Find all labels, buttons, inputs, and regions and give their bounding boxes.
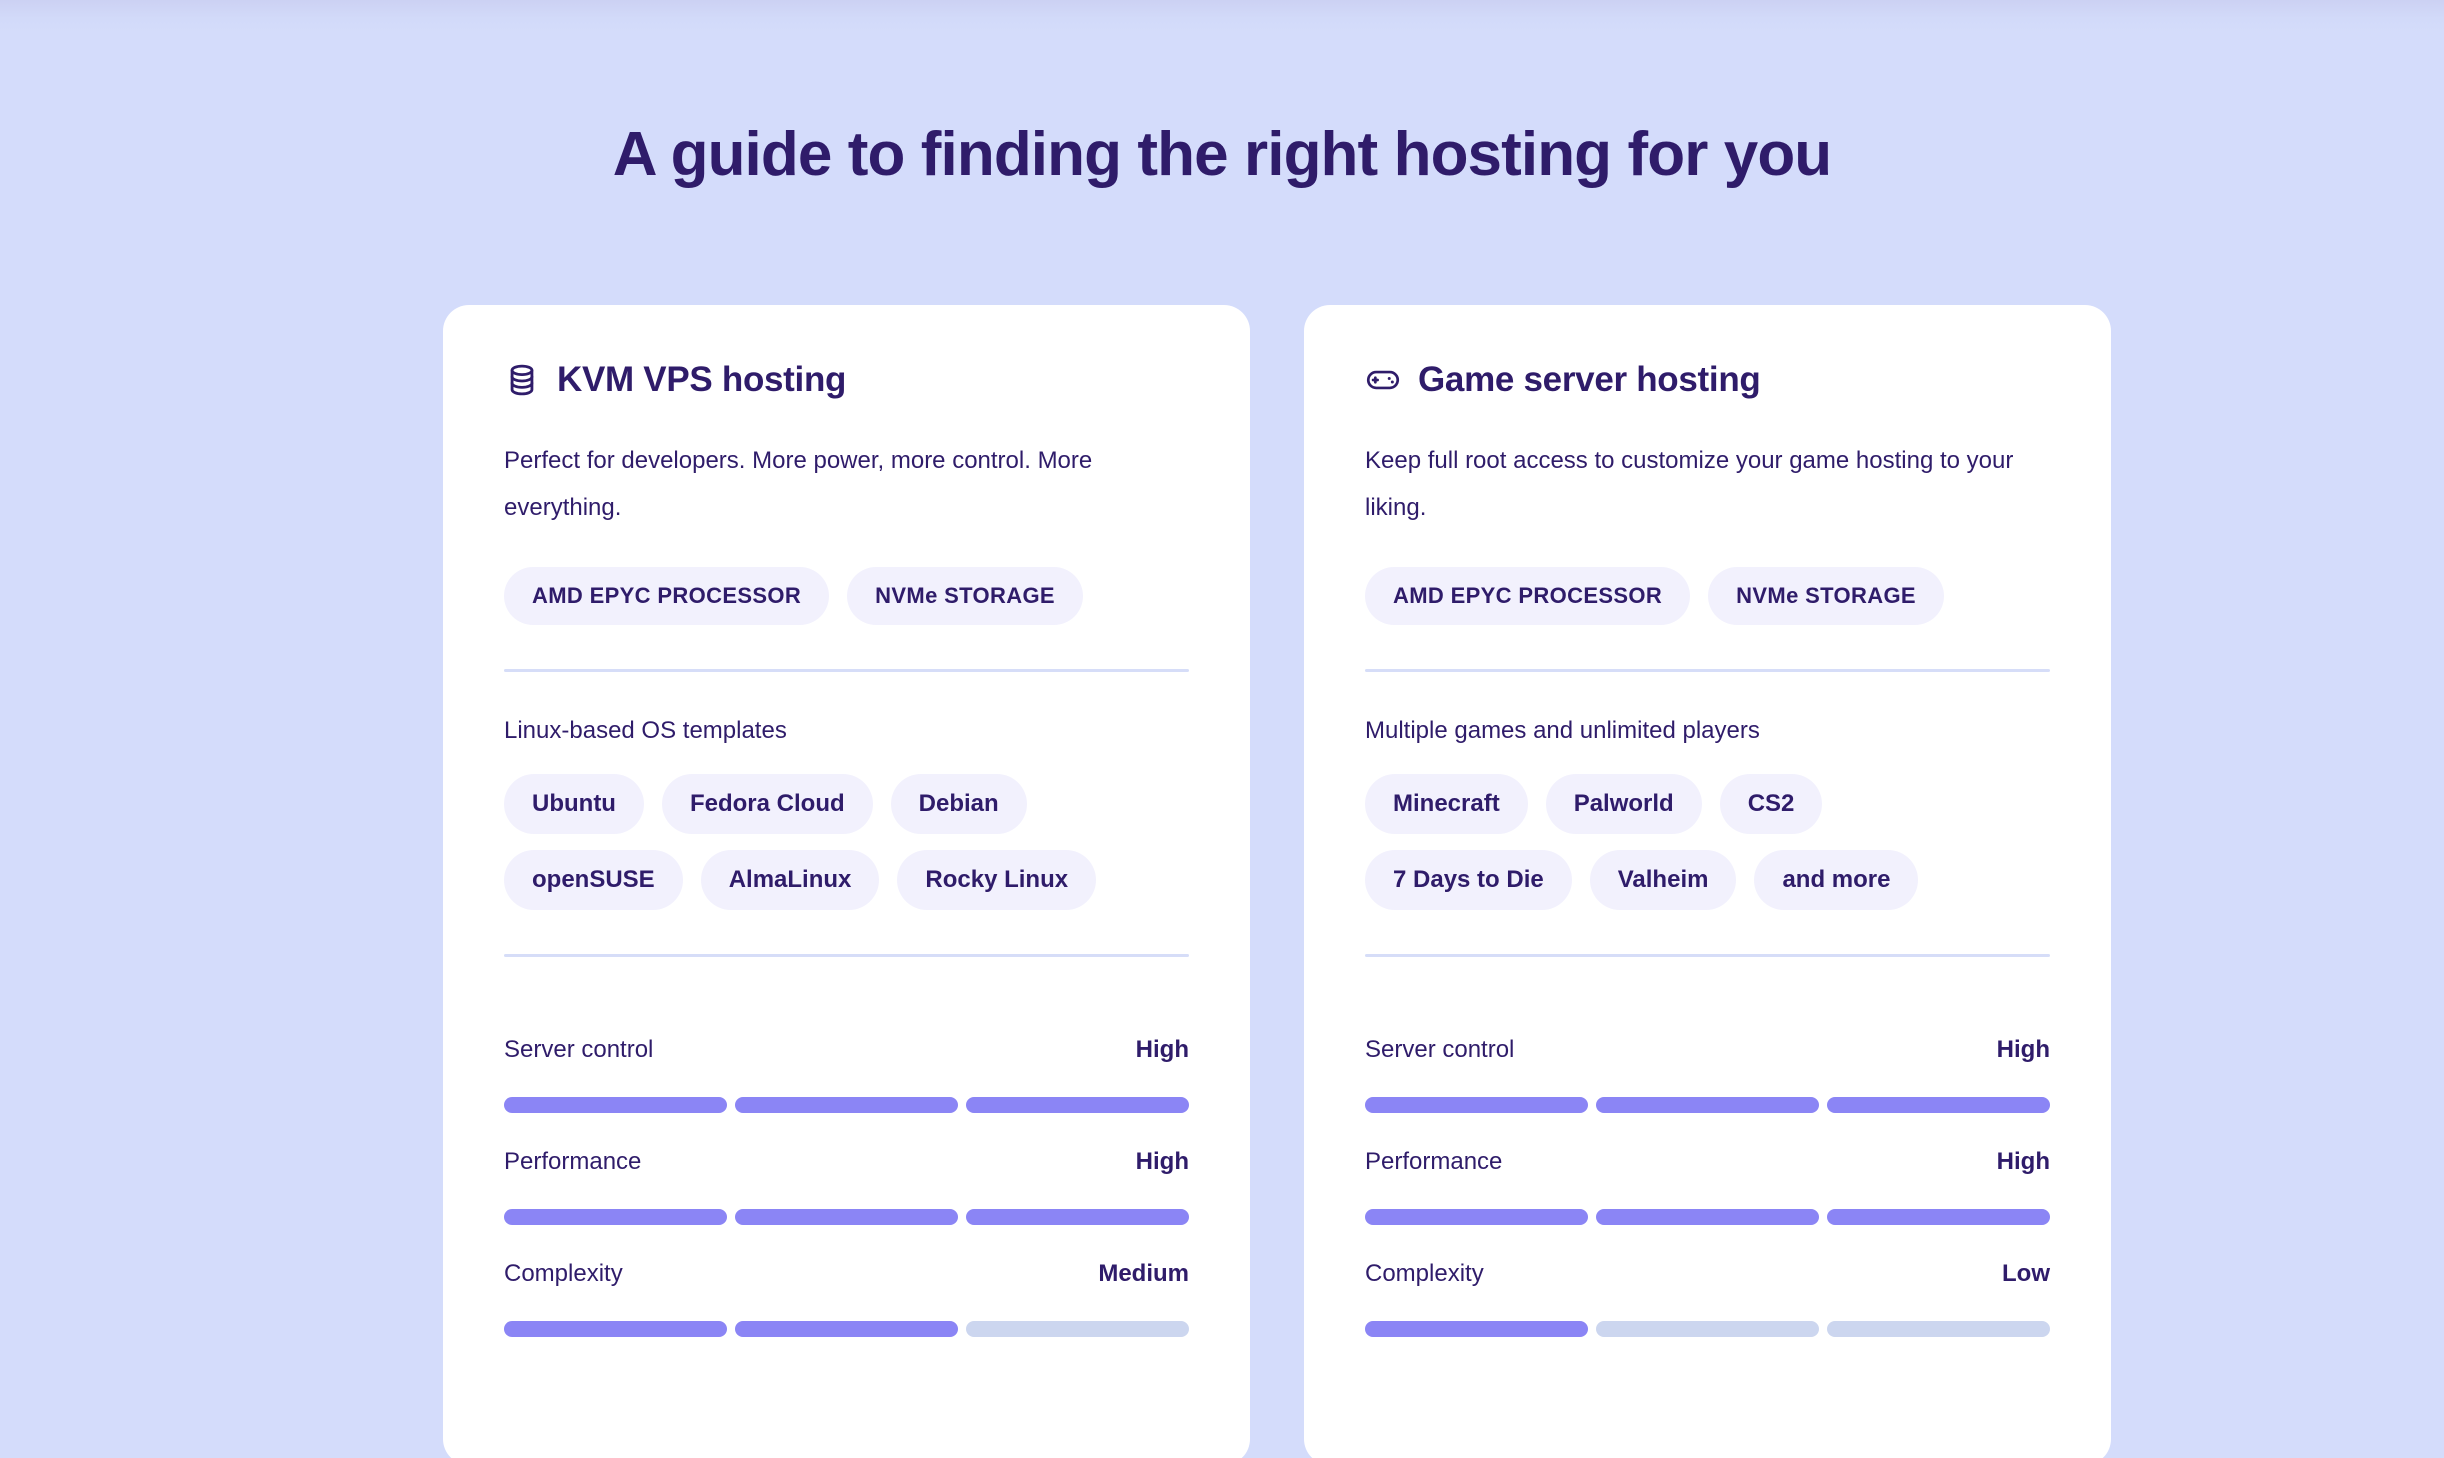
tag-pill: Fedora Cloud <box>661 774 873 834</box>
metric-header: Performance High <box>504 1147 1189 1177</box>
metric-row: Server control High <box>504 1001 1189 1113</box>
tag-pill: Ubuntu <box>504 774 644 834</box>
tag-pill-row: Ubuntu Fedora Cloud Debian <box>504 774 1189 834</box>
metric-bar-segment-filled <box>735 1321 958 1337</box>
metric-bar-segment-filled <box>966 1097 1189 1113</box>
tag-pill: Valheim <box>1589 850 1737 910</box>
metric-bar-segment-filled <box>1596 1209 1819 1225</box>
metric-bar-segment-filled <box>735 1097 958 1113</box>
tag-pill-rows: Minecraft Palworld CS2 7 Days to Die Valheim… <box>1365 774 2050 910</box>
tag-pill: Debian <box>890 774 1027 834</box>
metric-bar-segment-filled <box>504 1097 727 1113</box>
metric-header: Complexity Low <box>1365 1259 2050 1289</box>
database-icon <box>504 362 540 398</box>
tag-pill: AlmaLinux <box>700 850 880 910</box>
spec-pill-row: AMD EPYC PROCESSOR NVMe STORAGE <box>1365 567 2050 625</box>
tag-pill-row: openSUSE AlmaLinux Rocky Linux <box>504 850 1189 910</box>
metric-header: Complexity Medium <box>504 1259 1189 1289</box>
section-divider <box>1365 954 2050 957</box>
card-description: Perfect for developers. More power, more… <box>504 447 1093 521</box>
tag-pill: Rocky Linux <box>897 850 1097 910</box>
metric-bar-segment-filled <box>504 1321 727 1337</box>
card-title: KVM VPS hosting <box>557 360 847 399</box>
metric-label: Server control <box>504 1036 654 1063</box>
metric-bar-track <box>504 1097 1189 1113</box>
top-gradient-strip <box>0 0 2444 34</box>
metric-bar-segment-filled <box>1365 1321 1588 1337</box>
metric-header: Performance High <box>1365 1147 2050 1177</box>
metric-bar-segment-filled <box>966 1209 1189 1225</box>
metric-value: High <box>1135 1036 1189 1063</box>
metric-bar-segment-empty <box>1827 1321 2050 1337</box>
section-divider <box>504 954 1189 957</box>
metric-value: High <box>1996 1036 2050 1063</box>
metric-label: Performance <box>504 1148 642 1175</box>
card-title: Game server hosting <box>1418 360 1761 399</box>
metric-bar-track <box>1365 1209 2050 1225</box>
tag-pill: Minecraft <box>1365 774 1528 834</box>
metric-value: High <box>1996 1148 2050 1175</box>
metric-row: Server control High <box>1365 1001 2050 1113</box>
metric-bar-segment-empty <box>1596 1321 1819 1337</box>
metric-bar-track <box>504 1321 1189 1337</box>
section-divider <box>1365 669 2050 672</box>
metrics-list: Server control High Performance High Complex… <box>504 1001 1189 1337</box>
spec-pill: AMD EPYC PROCESSOR <box>504 567 830 625</box>
metric-bar-segment-filled <box>1365 1097 1588 1113</box>
metric-bar-track <box>1365 1321 2050 1337</box>
tag-pill: CS2 <box>1719 774 1823 834</box>
metric-bar-segment-filled <box>735 1209 958 1225</box>
hosting-card: KVM VPS hosting Perfect for developers. M… <box>443 305 1250 1458</box>
metric-row: Complexity Low <box>1365 1225 2050 1337</box>
tag-pill: 7 Days to Die <box>1365 850 1572 910</box>
tag-pill: Palworld <box>1545 774 1702 834</box>
hosting-cards-container: KVM VPS hosting Perfect for developers. M… <box>443 305 2111 1458</box>
metric-bar-segment-filled <box>1596 1097 1819 1113</box>
metric-row: Performance High <box>504 1113 1189 1225</box>
spec-pill: NVMe STORAGE <box>1708 567 1944 625</box>
section-label: Linux-based OS templates <box>504 717 787 744</box>
spec-pill: NVMe STORAGE <box>847 567 1083 625</box>
metric-value: High <box>1135 1148 1189 1175</box>
section-divider <box>504 669 1189 672</box>
metric-row: Complexity Medium <box>504 1225 1189 1337</box>
metric-bar-segment-filled <box>504 1209 727 1225</box>
metric-row: Performance High <box>1365 1113 2050 1225</box>
metric-label: Complexity <box>1365 1260 1484 1287</box>
metric-bar-segment-filled <box>1827 1097 2050 1113</box>
gamepad-icon <box>1365 362 1401 398</box>
card-description: Keep full root access to customize your … <box>1365 447 2014 521</box>
tag-pill: and more <box>1754 850 1919 910</box>
tag-pill-row: Minecraft Palworld CS2 <box>1365 774 2050 834</box>
section-label: Multiple games and unlimited players <box>1365 717 1760 744</box>
hosting-guide-page: A guide to finding the right hosting for… <box>0 0 2444 1458</box>
card-header: KVM VPS hosting <box>504 359 1189 401</box>
metric-bar-segment-filled <box>1827 1209 2050 1225</box>
metric-label: Complexity <box>504 1260 623 1287</box>
metrics-list: Server control High Performance High Complex… <box>1365 1001 2050 1337</box>
metric-bar-track <box>504 1209 1189 1225</box>
metric-header: Server control High <box>504 1035 1189 1065</box>
metric-header: Server control High <box>1365 1035 2050 1065</box>
metric-bar-track <box>1365 1097 2050 1113</box>
spec-pill: AMD EPYC PROCESSOR <box>1365 567 1691 625</box>
metric-value: Low <box>2002 1260 2050 1287</box>
metric-value: Medium <box>1098 1260 1189 1287</box>
card-header: Game server hosting <box>1365 359 2050 401</box>
tag-pill-rows: Ubuntu Fedora Cloud Debian openSUSE AlmaLinu… <box>504 774 1189 910</box>
tag-pill: openSUSE <box>504 850 683 910</box>
metric-bar-segment-filled <box>1365 1209 1588 1225</box>
spec-pill-row: AMD EPYC PROCESSOR NVMe STORAGE <box>504 567 1189 625</box>
tag-pill-row: 7 Days to Die Valheim and more <box>1365 850 2050 910</box>
metric-label: Performance <box>1365 1148 1503 1175</box>
metric-bar-segment-empty <box>966 1321 1189 1337</box>
page-title: A guide to finding the right hosting for… <box>612 120 1832 189</box>
metric-label: Server control <box>1365 1036 1515 1063</box>
hosting-card: Game server hosting Keep full root access… <box>1304 305 2111 1458</box>
